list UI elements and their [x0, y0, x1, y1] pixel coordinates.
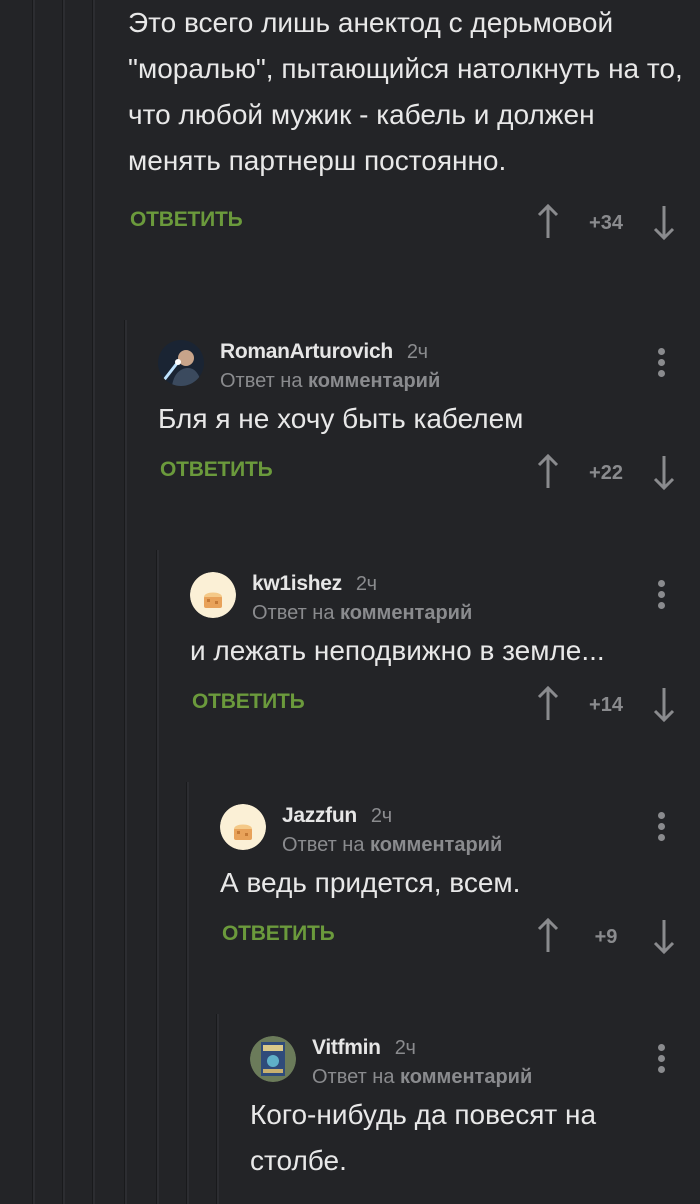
- comment-text: и лежать неподвижно в земле...: [190, 635, 605, 666]
- thread-line: [62, 0, 65, 1204]
- avatar[interactable]: [220, 804, 266, 850]
- thread-line: [186, 782, 189, 1204]
- arrow-down-icon[interactable]: [652, 684, 676, 724]
- reply-to-line: Ответ на комментарий: [282, 834, 503, 856]
- comment-top: Это всего лишь анектод с дерьмовой "мора…: [128, 0, 700, 252]
- reply-to-line: Ответ на комментарий: [312, 1066, 533, 1088]
- comment-score: +34: [589, 212, 623, 234]
- comment-time: 2ч: [394, 1037, 416, 1059]
- comment-text: Бля я не хочу быть кабелем: [158, 403, 524, 434]
- arrow-up-icon[interactable]: [536, 202, 560, 242]
- thread-line: [124, 320, 127, 1204]
- thread-line: [216, 1014, 219, 1204]
- comment-text: А ведь придется, всем.: [220, 867, 521, 898]
- reply-to-line: Ответ на комментарий: [220, 370, 441, 392]
- comment: Vitfmin 2ч Ответ на комментарий Кого-нибу…: [250, 1016, 700, 1184]
- arrow-down-icon[interactable]: [652, 916, 676, 956]
- more-vertical-icon[interactable]: [658, 1044, 666, 1076]
- comment-score: +22: [589, 462, 623, 484]
- comment-text: Это всего лишь анектод с дерьмовой "мора…: [128, 7, 683, 176]
- comment-time: 2ч: [355, 573, 377, 595]
- reply-button[interactable]: ОТВЕТИТЬ: [160, 458, 273, 482]
- thread-line: [92, 0, 95, 1204]
- comment-author[interactable]: RomanArturovich 2ч: [220, 340, 428, 364]
- more-vertical-icon[interactable]: [658, 580, 666, 612]
- reply-button[interactable]: ОТВЕТИТЬ: [130, 208, 243, 232]
- thread-line: [32, 0, 35, 1204]
- comment-author[interactable]: kw1ishez 2ч: [252, 572, 377, 596]
- arrow-up-icon[interactable]: [536, 916, 560, 956]
- vote-control: +34: [536, 202, 676, 242]
- comment: Jazzfun 2ч Ответ на комментарий А ведь пр…: [220, 784, 700, 966]
- reply-button[interactable]: ОТВЕТИТЬ: [192, 690, 305, 714]
- reply-to-line: Ответ на комментарий: [252, 602, 473, 624]
- avatar[interactable]: [190, 572, 236, 618]
- avatar[interactable]: [250, 1036, 296, 1082]
- comments-page: Это всего лишь анектод с дерьмовой "мора…: [0, 0, 700, 1204]
- arrow-up-icon[interactable]: [536, 452, 560, 492]
- comment: kw1ishez 2ч Ответ на комментарий и лежать…: [190, 552, 700, 734]
- reply-button[interactable]: ОТВЕТИТЬ: [222, 922, 335, 946]
- comment-score: +9: [594, 926, 618, 948]
- comment-text: Кого-нибудь да повесят на столбе.: [250, 1099, 597, 1176]
- comment-time: 2ч: [406, 341, 428, 363]
- more-vertical-icon[interactable]: [658, 348, 666, 380]
- more-vertical-icon[interactable]: [658, 812, 666, 844]
- thread-line: [156, 550, 159, 1204]
- comment-author[interactable]: Vitfmin 2ч: [312, 1036, 416, 1060]
- avatar[interactable]: [158, 340, 204, 386]
- vote-control: +22: [536, 452, 676, 492]
- comment-author[interactable]: Jazzfun 2ч: [282, 804, 392, 828]
- reply-to-link[interactable]: комментарий: [400, 1066, 532, 1088]
- arrow-down-icon[interactable]: [652, 202, 676, 242]
- arrow-down-icon[interactable]: [652, 452, 676, 492]
- arrow-up-icon[interactable]: [536, 684, 560, 724]
- reply-to-link[interactable]: комментарий: [370, 834, 502, 856]
- comment: RomanArturovich 2ч Ответ на комментарий Б…: [158, 320, 700, 502]
- comment-time: 2ч: [370, 805, 392, 827]
- vote-control: +9: [536, 916, 676, 956]
- reply-to-link[interactable]: комментарий: [308, 370, 440, 392]
- reply-to-link[interactable]: комментарий: [340, 602, 472, 624]
- vote-control: +14: [536, 684, 676, 724]
- comment-score: +14: [589, 694, 623, 716]
